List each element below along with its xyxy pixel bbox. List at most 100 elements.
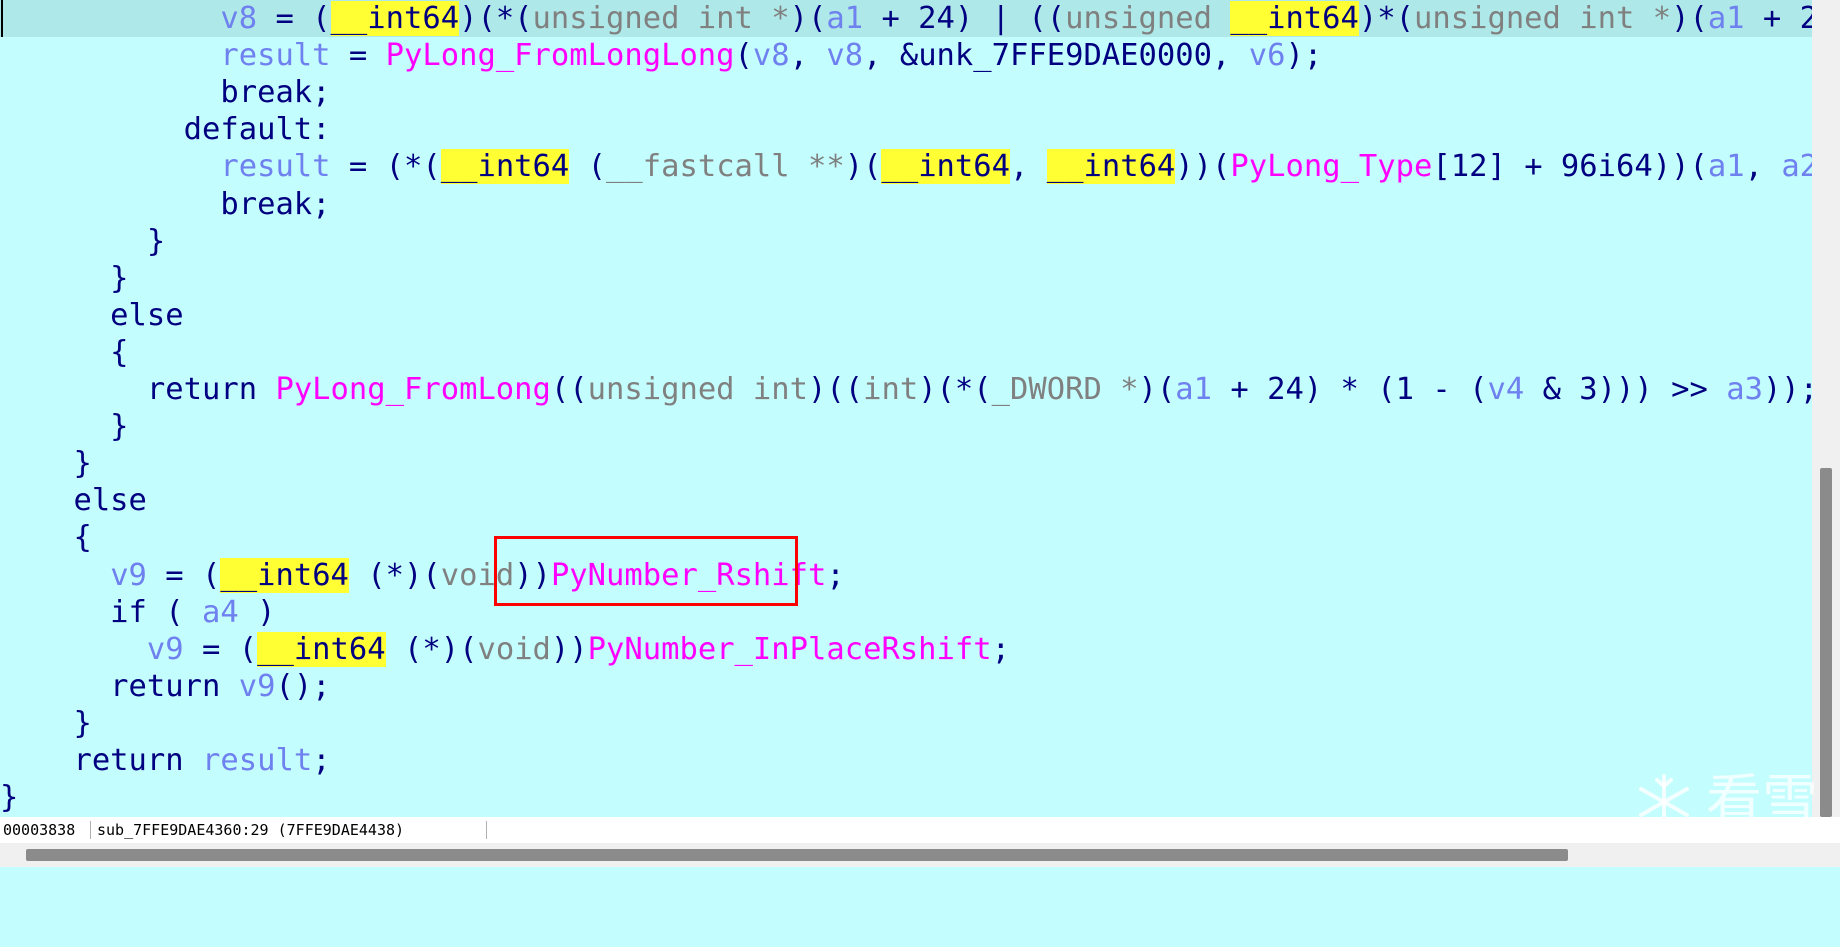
code-line[interactable]: else <box>0 482 1812 519</box>
code-token: } <box>0 705 92 741</box>
code-line[interactable]: } <box>0 445 1812 482</box>
code-token: ); <box>1285 38 1323 74</box>
code-token: = ( <box>183 631 258 667</box>
code-token: } <box>0 446 92 482</box>
status-offset: 00003838 <box>3 821 76 839</box>
code-line[interactable]: } <box>0 779 1812 816</box>
code-token: result <box>220 38 331 74</box>
code-line[interactable]: v9 = (__int64 (*)(void))PyNumber_InPlace… <box>0 631 1812 668</box>
horizontal-scrollbar[interactable] <box>0 843 1840 867</box>
code-token: ; <box>991 631 1011 667</box>
code-line[interactable]: } <box>0 705 1812 742</box>
code-token: __int64 <box>881 149 1011 185</box>
code-line[interactable]: default: <box>0 111 1812 148</box>
code-line[interactable]: return result; <box>0 742 1812 779</box>
horizontal-scroll-thumb[interactable] <box>26 849 1568 861</box>
code-token: )(( <box>808 372 864 407</box>
code-line[interactable]: else <box>0 297 1812 334</box>
code-token: __int64 <box>440 149 570 185</box>
code-token: a1 <box>1175 372 1213 407</box>
vertical-scrollbar[interactable] <box>1812 0 1840 817</box>
code-token: PyLong_FromLong <box>275 372 551 407</box>
code-token: v4 <box>1487 372 1525 407</box>
code-token: } <box>0 223 166 259</box>
code-token: v8 <box>220 1 258 36</box>
code-token: } <box>0 409 129 445</box>
code-token: , <box>1010 149 1047 185</box>
pseudocode-view[interactable]: v8 = (__int64)(*(unsigned int *)(a1 + 24… <box>0 0 1812 817</box>
code-token: ) <box>238 594 276 630</box>
code-line[interactable]: return PyLong_FromLong((unsigned int)((i… <box>0 371 1812 408</box>
code-line[interactable]: break; <box>0 186 1812 223</box>
code-line[interactable]: v8 = (__int64)(*(unsigned int *)(a1 + 24… <box>0 0 1812 37</box>
code-line[interactable]: } <box>0 260 1812 297</box>
code-token: __fastcall ** <box>606 149 845 185</box>
code-token: + 24) | (( <box>863 1 1066 36</box>
code-token: a1 <box>1707 1 1745 36</box>
code-token: ( <box>734 38 753 74</box>
code-token: v9 <box>110 557 147 593</box>
code-token: (*)( <box>348 557 441 593</box>
code-line[interactable]: v9 = (__int64 (*)(void))PyNumber_Rshift; <box>0 557 1812 594</box>
code-token: v6 <box>1248 38 1286 74</box>
code-token: , <box>1744 149 1782 185</box>
code-line[interactable]: break; <box>0 74 1812 111</box>
code-token: )*( <box>1358 1 1414 36</box>
code-token: , &unk_7FFE9DAE0000, <box>863 38 1249 74</box>
code-token: unsigned int * <box>1414 1 1672 36</box>
code-token: result <box>202 743 313 778</box>
code-token: v9 <box>146 631 184 667</box>
code-token: & 3))) >> <box>1524 372 1727 407</box>
code-token: = (*( <box>330 149 441 185</box>
code-token: )( <box>1138 372 1176 407</box>
code-line[interactable]: } <box>0 408 1812 445</box>
code-token: + 28) < <box>1762 1 1812 36</box>
code-token: = ( <box>257 1 331 36</box>
code-line[interactable]: result = (*(__int64 (__fastcall **)(__in… <box>0 148 1812 185</box>
code-token: a1 <box>1707 149 1745 185</box>
code-line[interactable]: return v9(); <box>0 668 1812 705</box>
code-token: ; <box>826 557 845 593</box>
code-token: else <box>0 297 184 333</box>
code-token: } <box>0 780 19 816</box>
annotation-box <box>494 536 798 606</box>
code-token: __int64 <box>1046 149 1176 185</box>
snowflake-icon <box>1639 774 1689 830</box>
code-line[interactable]: result = PyLong_FromLongLong(v8, v8, &un… <box>0 37 1812 74</box>
code-token: v9 <box>238 668 276 704</box>
status-separator <box>486 821 487 839</box>
code-token: return <box>0 668 239 704</box>
code-token: (); <box>275 668 331 704</box>
code-token: unsigned int <box>587 372 808 407</box>
code-token: (*)( <box>385 631 478 667</box>
code-token: else <box>0 483 147 519</box>
code-token: return <box>0 372 276 407</box>
code-token: break; <box>0 186 331 222</box>
code-token: [12] + 96i64))( <box>1432 149 1708 185</box>
code-token: )) <box>550 631 588 667</box>
code-token: int <box>863 372 919 407</box>
code-token: )( <box>1671 1 1708 36</box>
code-token: _DWORD * <box>991 372 1139 407</box>
code-token: , <box>789 38 827 74</box>
code-token: a4 <box>202 594 239 630</box>
code-token: unsigned int * <box>532 1 790 36</box>
code-token: __int64 <box>257 631 386 667</box>
code-token: PyLong_FromLongLong <box>385 38 735 74</box>
code-token: v8 <box>826 38 864 74</box>
code-token: break; <box>0 75 331 111</box>
code-line[interactable]: { <box>0 519 1812 556</box>
code-token: ( <box>569 149 607 185</box>
vertical-scroll-thumb[interactable] <box>1820 468 1832 817</box>
watermark-text: 看雪 <box>1706 769 1818 834</box>
code-line[interactable]: { <box>0 334 1812 371</box>
code-line[interactable]: if ( a4 ) <box>0 594 1812 631</box>
code-token: a1 <box>826 1 864 36</box>
code-token: result <box>220 149 331 185</box>
code-line[interactable]: } <box>0 223 1812 260</box>
code-token: ))( <box>1175 149 1231 185</box>
